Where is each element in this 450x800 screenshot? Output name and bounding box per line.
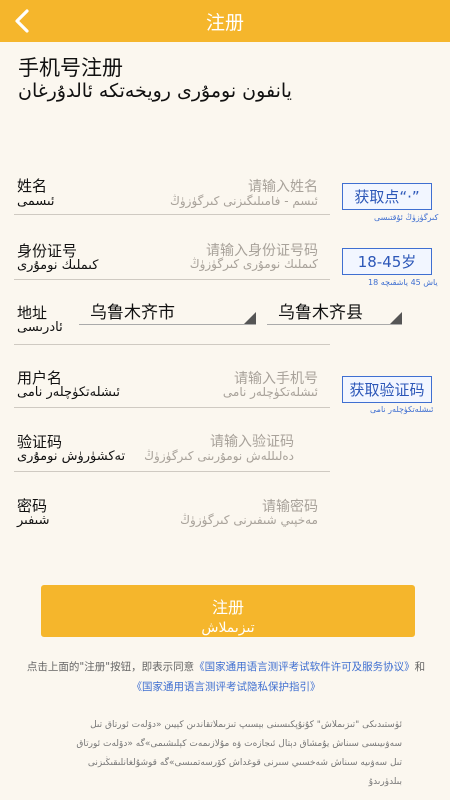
- get-dot-note: كىرگۈزۈڭ ئۇقتىسى: [374, 213, 439, 222]
- password-input-hint-ug: مەخپىي شىفىرنى كىرگۈزۈڭ: [180, 513, 318, 527]
- name-input-hint-ug: ئىسم - فامىلىگىزنى كىرگۈزۈڭ: [169, 194, 318, 208]
- county-dropdown-icon: [390, 312, 402, 324]
- address-label-ug: ئادرىسى: [17, 320, 63, 335]
- name-input[interactable]: 请输入姓名: [140, 176, 318, 196]
- name-underline: [14, 214, 330, 215]
- county-select-value: 乌鲁木齐县: [278, 303, 363, 323]
- code-underline: [14, 471, 330, 472]
- page-title: 注册: [205, 12, 244, 34]
- license-agreement-link[interactable]: 《国家通用语言测评考试软件许可及服务协议》: [194, 661, 415, 673]
- code-input[interactable]: 请输入验证码: [140, 431, 294, 451]
- username-label-ug: ئىشلەتكۈچلەر نامى: [17, 385, 121, 400]
- username-underline: [14, 407, 330, 408]
- form-heading: 手机号注册: [18, 56, 123, 80]
- city-select-underline: [79, 324, 256, 325]
- register-button-label: 注册: [211, 598, 244, 617]
- name-label: 姓名: [17, 177, 48, 195]
- phone-input-hint-ug: ئىشلەتكۈچلەر نامى: [222, 385, 318, 399]
- privacy-guide-link[interactable]: 《国家通用语言测评考试隐私保护指引》: [132, 681, 321, 693]
- form-heading-ug: يانفون نومۇرى رويخەتكە ئالدۇرغان: [18, 80, 292, 102]
- city-select-value: 乌鲁木齐市: [90, 303, 175, 323]
- address-underline: [14, 344, 330, 345]
- id-number-underline: [14, 279, 330, 280]
- id-number-hint-ug: كىملىك نومۇرى كىرگۈزۈڭ: [189, 257, 318, 271]
- register-button[interactable]: 注册 تىزىملاش: [41, 585, 415, 637]
- password-label-ug: شىفىر: [17, 513, 50, 528]
- agreement-conjunction: 和: [414, 661, 426, 673]
- code-input-hint-ug: دەلىللەش نومۇرىنى كىرگۈزۈڭ: [144, 449, 294, 463]
- age-range-button[interactable]: 18-45岁: [342, 248, 432, 275]
- get-code-button[interactable]: 获取验证码: [342, 376, 432, 403]
- agreement-prefix: 点击上面的"注册"按钮，即表示同意: [26, 661, 195, 673]
- agreement-text: 点击上面的"注册"按钮，即表示同意《国家通用语言测评考试软件许可及服务协议》和 …: [20, 657, 432, 697]
- city-dropdown-icon: [244, 312, 256, 324]
- get-code-note: ئىشلەتكۈچلەر نامى: [370, 405, 434, 414]
- top-bar: 注册: [0, 0, 450, 42]
- register-button-label-ug: تىزىملاش: [201, 620, 255, 636]
- county-select-underline: [267, 324, 402, 325]
- age-range-note: 18 ياش 45 ياشقىچە: [368, 278, 438, 287]
- get-dot-button[interactable]: 获取点“·”: [342, 183, 432, 210]
- agreement-text-ug: ئۈستىدىكى "تىزىملاش" كۇنۇپكىسىنى بېسىپ ت…: [76, 720, 402, 787]
- name-label-ug: ئىسمى: [17, 194, 55, 209]
- id-number-label-ug: كىملىك نومۇرى: [17, 258, 99, 273]
